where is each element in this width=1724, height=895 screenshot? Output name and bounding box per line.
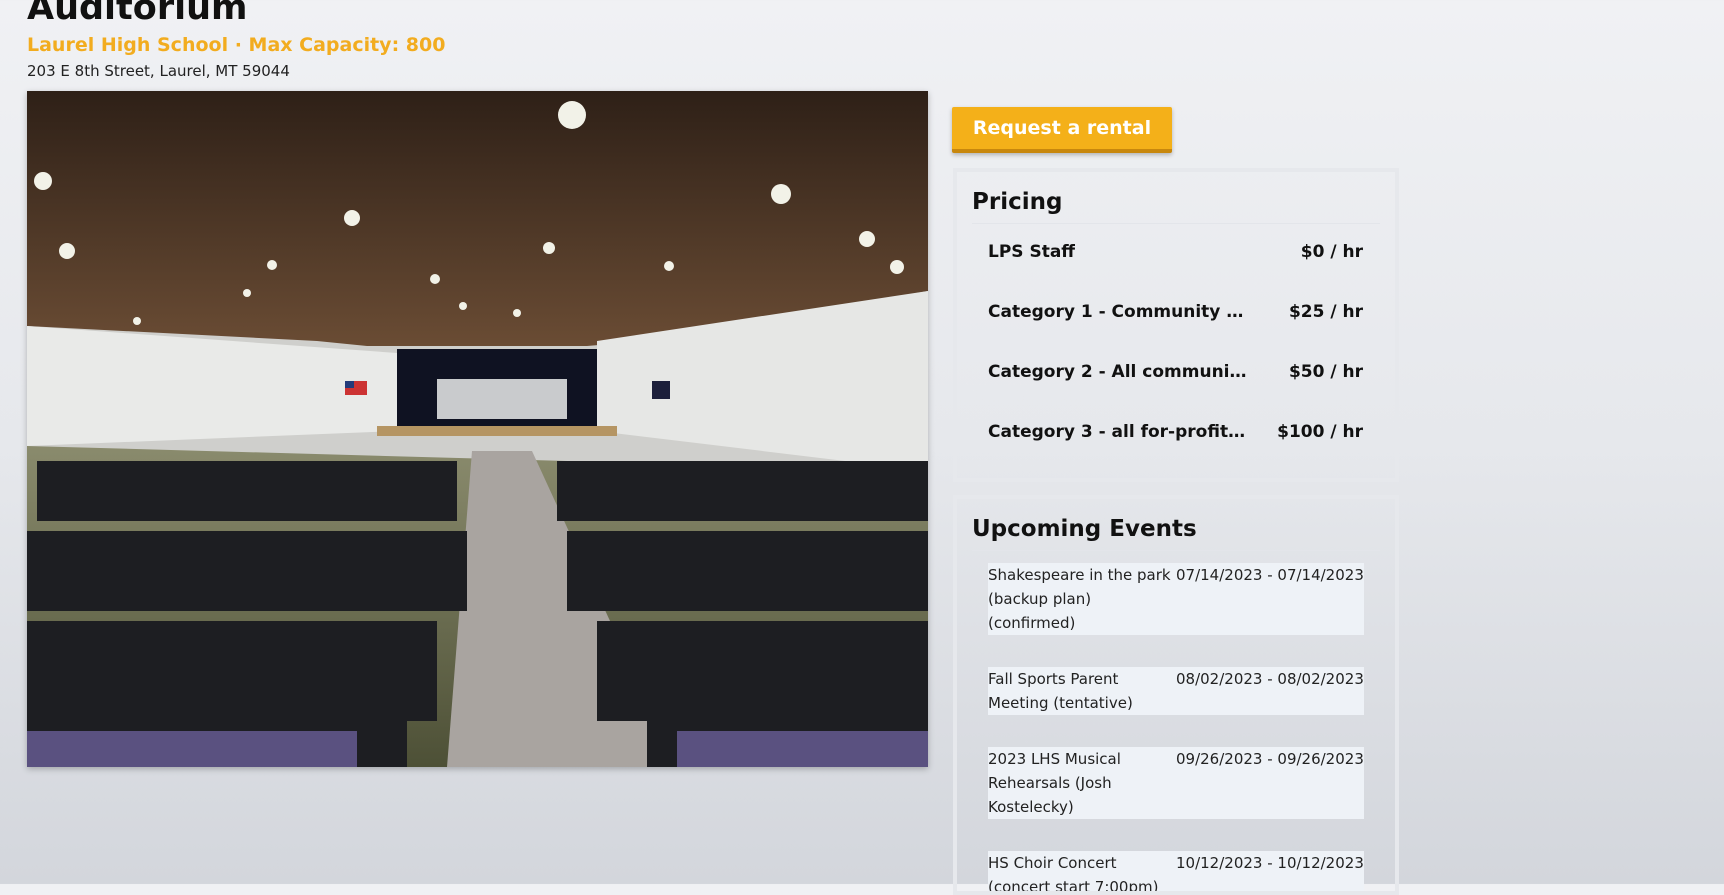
pricing-rate: $100 / hr (1277, 422, 1363, 442)
event-dates: 09/26/2023 - 09/26/2023 (1176, 750, 1364, 768)
event-name: HS Choir Concert (concert start 7:00pm) (988, 854, 1159, 895)
upcoming-events-card: Upcoming Events Shakespeare in the park … (953, 495, 1399, 895)
page-title: Auditorium (27, 0, 248, 28)
pricing-rate: $25 / hr (1288, 302, 1363, 322)
auditorium-photo-image (27, 91, 928, 767)
pricing-category: Category 3 - all for-profit o... (988, 422, 1248, 442)
event-name: Fall Sports Parent Meeting (tentative) (988, 670, 1133, 712)
event-item[interactable]: Shakespeare in the park (backup plan) (c… (988, 563, 1364, 635)
event-dates: 07/14/2023 - 07/14/2023 (1176, 566, 1364, 584)
request-rental-button[interactable]: Request a rental (952, 107, 1172, 153)
pricing-category: Category 1 - Community gr... (988, 302, 1248, 322)
events-divider (972, 550, 1380, 551)
pricing-card: Pricing LPS Staff $0 / hr Category 1 - C… (953, 168, 1399, 482)
pricing-row: LPS Staff $0 / hr (988, 242, 1363, 262)
pricing-rate: $0 / hr (1300, 242, 1363, 262)
events-heading: Upcoming Events (972, 516, 1197, 542)
pricing-category: Category 2 - All communit... (988, 362, 1248, 382)
venue-subtitle: Laurel High School · Max Capacity: 800 (27, 34, 446, 56)
event-dates: 10/12/2023 - 10/12/2023 (1176, 854, 1364, 872)
pricing-rate: $50 / hr (1288, 362, 1363, 382)
pricing-row: Category 2 - All communit... $50 / hr (988, 362, 1363, 382)
event-name: Shakespeare in the park (backup plan) (c… (988, 566, 1171, 632)
venue-address: 203 E 8th Street, Laurel, MT 59044 (27, 62, 290, 80)
event-item[interactable]: 2023 LHS Musical Rehearsals (Josh Kostel… (988, 747, 1364, 819)
event-name: 2023 LHS Musical Rehearsals (Josh Kostel… (988, 750, 1121, 816)
pricing-divider (972, 223, 1380, 224)
event-dates: 08/02/2023 - 08/02/2023 (1176, 670, 1364, 688)
pricing-row: Category 3 - all for-profit o... $100 / … (988, 422, 1363, 442)
event-item[interactable]: Fall Sports Parent Meeting (tentative) 0… (988, 667, 1364, 715)
auditorium-photo (27, 91, 928, 767)
pricing-category: LPS Staff (988, 242, 1076, 262)
pricing-heading: Pricing (972, 189, 1063, 215)
pricing-row: Category 1 - Community gr... $25 / hr (988, 302, 1363, 322)
event-item[interactable]: HS Choir Concert (concert start 7:00pm) … (988, 851, 1364, 895)
